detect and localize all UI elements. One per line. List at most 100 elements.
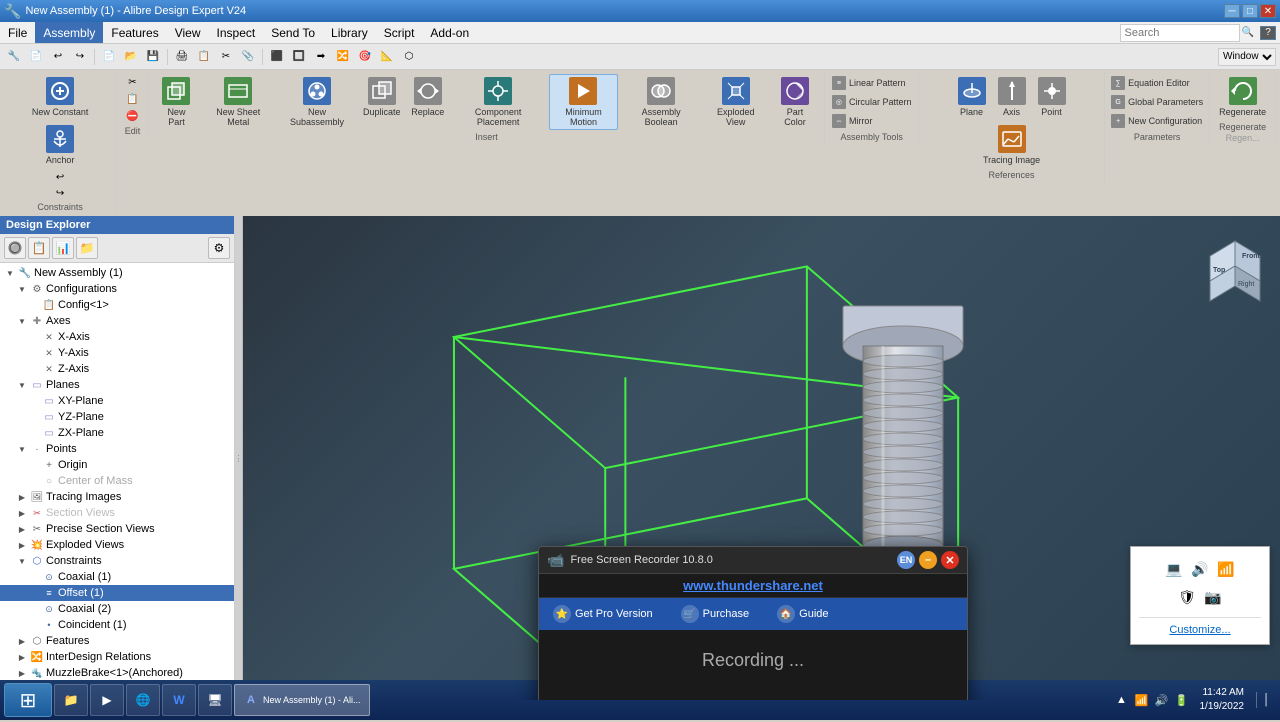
qa-btn9[interactable]: ⬛ [267,47,287,67]
qa-btn7[interactable]: ✂ [216,47,236,67]
constraints-redo[interactable]: ↪ [51,186,69,200]
anchor-button[interactable]: Anchor [40,122,80,168]
expander-coincident-1[interactable] [28,619,40,631]
edit-btn1[interactable]: ✂ [122,74,142,90]
new-subassembly-button[interactable]: New Subassembly [278,74,355,130]
expander-muzzlebrake[interactable]: ▶ [16,667,28,679]
part-color-button[interactable]: Part Color [772,74,819,130]
tree-item-tracing-images[interactable]: ▶ 🖼 Tracing Images [0,489,234,505]
minimum-motion-button[interactable]: Minimum Motion [549,74,619,130]
mirror-button[interactable]: ⇔ Mirror [828,112,916,130]
expander-xyplane[interactable] [28,395,40,407]
expander-coaxial-1[interactable] [28,571,40,583]
expander-zxplane[interactable] [28,427,40,439]
recorder-purchase-button[interactable]: 🛒 Purchase [677,603,753,625]
tree-item-precise-section-views[interactable]: ▶ ✂ Precise Section Views [0,521,234,537]
menu-add-on[interactable]: Add-on [422,22,477,43]
expander-config1[interactable] [28,299,40,311]
maximize-button[interactable]: □ [1242,4,1258,18]
axis-button[interactable]: Axis [993,74,1031,120]
tree-item-configurations[interactable]: ▼ ⚙ Configurations [0,281,234,297]
qa-btn5[interactable]: 🖨 [172,47,192,67]
recorder-guide-button[interactable]: 🏠 Guide [773,603,832,625]
panel-tool-btn1[interactable]: 🔘 [4,237,26,259]
component-placement-button[interactable]: Component Placement [452,74,545,130]
expander-yaxis[interactable] [28,347,40,359]
tree-item-coincident-1[interactable]: • Coincident (1) [0,617,234,633]
global-parameters-button[interactable]: G Global Parameters [1107,93,1207,111]
tree-item-section-views[interactable]: ▶ ✂ Section Views [0,505,234,521]
help-button[interactable]: ? [1260,26,1276,40]
menu-features[interactable]: Features [103,22,166,43]
expander-origin[interactable] [28,459,40,471]
expander-planes[interactable]: ▼ [16,379,28,391]
qa-btn8[interactable]: 📎 [238,47,258,67]
menu-assembly[interactable]: Assembly [35,22,103,43]
expander-interdesign[interactable]: ▶ [16,651,28,663]
qa-btn11[interactable]: ➡ [311,47,331,67]
redo-button[interactable]: ↪ [70,47,90,67]
qa-btn13[interactable]: 🎯 [355,47,375,67]
recorder-url[interactable]: www.thundershare.net [539,574,967,598]
menu-send-to[interactable]: Send To [263,22,323,43]
constraints-undo[interactable]: ↩ [51,170,69,184]
tree-item-features[interactable]: ▶ ⬡ Features [0,633,234,649]
tree-item-zxplane[interactable]: ▭ ZX-Plane [0,425,234,441]
expander-precise-section-views[interactable]: ▶ [16,523,28,535]
qa-btn6[interactable]: 📋 [194,47,214,67]
tray-icon-security[interactable]: 🛡 [1177,587,1197,607]
save-button[interactable]: 💾 [143,47,163,67]
expander-configurations[interactable]: ▼ [16,283,28,295]
taskbar-app1-btn[interactable]: 🖥 [198,684,232,716]
menu-library[interactable]: Library [323,22,376,43]
expander-yzplane[interactable] [28,411,40,423]
equation-editor-button[interactable]: ∑ Equation Editor [1107,74,1207,92]
tree-item-planes[interactable]: ▼ ▭ Planes [0,377,234,393]
taskbar-chrome-btn[interactable]: 🌐 [126,684,160,716]
taskbar-media-btn[interactable]: ▶ [90,684,124,716]
tree-item-origin[interactable]: + Origin [0,457,234,473]
expander-offset-1[interactable] [28,587,40,599]
tray-show-hidden[interactable]: ▲ [1114,692,1130,708]
qa-btn14[interactable]: 📐 [377,47,397,67]
tree-item-config1[interactable]: 📋 Config<1> [0,297,234,313]
new-constant-button[interactable]: New Constant [27,74,94,120]
expander-zaxis[interactable] [28,363,40,375]
exploded-view-button[interactable]: Exploded View [704,74,768,130]
edit-btn2[interactable]: 📋 [122,91,142,107]
duplicate-button[interactable]: Duplicate [360,74,404,130]
expander-constraints[interactable]: ▼ [16,555,28,567]
expander-features[interactable]: ▶ [16,635,28,647]
new-configuration-button[interactable]: + New Configuration [1107,112,1207,130]
recorder-lang-button[interactable]: EN [897,551,915,569]
customize-link[interactable]: Customize... [1169,624,1230,636]
point-button[interactable]: Point [1033,74,1071,120]
assembly-boolean-button[interactable]: Assembly Boolean [622,74,699,130]
tree-item-xaxis[interactable]: ✕ X-Axis [0,329,234,345]
edit-btn3[interactable]: ⛔ [122,108,142,124]
recorder-get-pro-button[interactable]: ⭐ Get Pro Version [549,603,657,625]
panel-tool-btn2[interactable]: 📋 [28,237,50,259]
expander-section-views[interactable]: ▶ [16,507,28,519]
panel-tool-btn3[interactable]: 📊 [52,237,74,259]
tree-item-coaxial-1[interactable]: ⊙ Coaxial (1) [0,569,234,585]
recorder-close-button[interactable]: ✕ [941,551,959,569]
expander-tracing-images[interactable]: ▶ [16,491,28,503]
tray-volume-icon[interactable]: 🔊 [1154,692,1170,708]
tray-icon-network[interactable]: 📶 [1216,559,1236,579]
tray-icon-volume[interactable]: 🔊 [1190,559,1210,579]
close-button[interactable]: ✕ [1260,4,1276,18]
window-selector[interactable]: Window [1218,48,1276,66]
tree-item-new-assembly[interactable]: ▼ 🔧 New Assembly (1) [0,265,234,281]
expander-exploded-views[interactable]: ▶ [16,539,28,551]
taskbar-explorer-btn[interactable]: 📁 [54,684,88,716]
panel-resize-handle[interactable]: ⋮ [235,216,243,700]
menu-script[interactable]: Script [376,22,423,43]
tray-icon-monitor[interactable]: 💻 [1164,559,1184,579]
tracing-image-button[interactable]: Tracing Image [978,122,1045,168]
tray-battery-icon[interactable]: 🔋 [1174,692,1190,708]
tree-item-xyplane[interactable]: ▭ XY-Plane [0,393,234,409]
expander-center-of-mass[interactable] [28,475,40,487]
clock[interactable]: 11:42 AM 1/19/2022 [1194,686,1251,714]
tree-item-axes[interactable]: ▼ ✚ Axes [0,313,234,329]
